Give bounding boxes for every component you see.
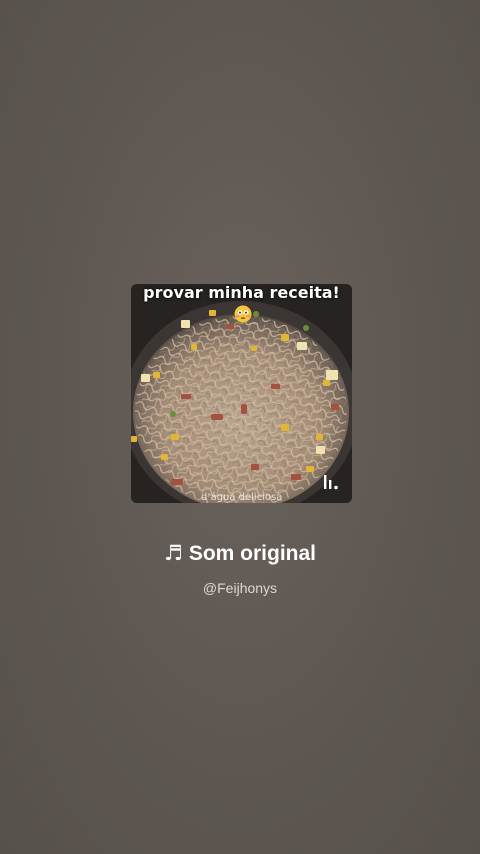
flushed-face-icon [234,305,252,323]
sound-title[interactable]: ♬ Som original [0,539,480,568]
music-note-icon: ♬ [163,541,183,565]
video-cover-thumbnail[interactable]: provar minha receita! d’água deliciosa [131,284,352,503]
kwai-logo-icon [324,475,338,490]
sound-author[interactable]: @Feijhonys [0,579,480,597]
sound-title-text: Som original [188,542,316,565]
cover-caption: provar minha receita! [143,284,340,302]
cover-subtitle: d’água deliciosa [201,492,283,503]
